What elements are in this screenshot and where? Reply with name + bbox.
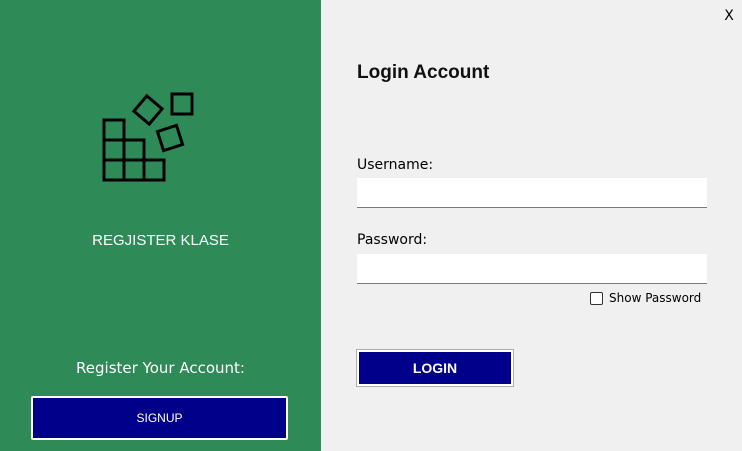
password-input[interactable] bbox=[357, 254, 707, 284]
stacked-blocks-logo-icon bbox=[102, 92, 194, 182]
username-label: Username: bbox=[357, 157, 434, 173]
signup-button[interactable]: SIGNUP bbox=[31, 396, 288, 440]
username-input[interactable] bbox=[357, 178, 707, 208]
show-password-checkbox[interactable] bbox=[590, 291, 603, 305]
page-title: Login Account bbox=[357, 62, 490, 83]
left-panel: REGJISTER KLASE Register Your Account: S… bbox=[0, 0, 321, 451]
app-name: REGJISTER KLASE bbox=[92, 232, 229, 249]
show-password-toggle[interactable]: Show Password bbox=[590, 291, 701, 305]
register-label: Register Your Account: bbox=[76, 359, 245, 377]
show-password-label: Show Password bbox=[609, 291, 702, 305]
password-label: Password: bbox=[357, 232, 428, 248]
login-button[interactable]: LOGIN bbox=[356, 349, 514, 387]
close-button[interactable]: X bbox=[722, 8, 736, 26]
